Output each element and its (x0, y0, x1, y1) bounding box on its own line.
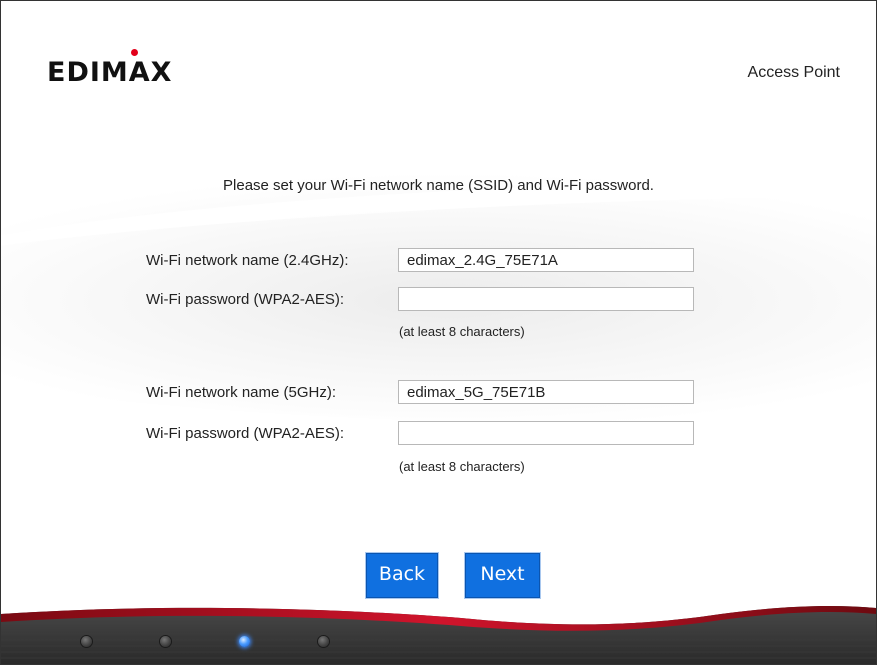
step-indicator-3-active (239, 636, 250, 647)
ssid-24-input[interactable] (398, 248, 694, 272)
password-24-input[interactable] (398, 287, 694, 311)
back-button[interactable]: Back (366, 553, 438, 598)
footer-swoosh-graphic (1, 604, 876, 664)
password-5-label: Wi-Fi password (WPA2-AES): (146, 425, 345, 442)
edimax-logo: EDIMAX (47, 49, 173, 88)
step-indicator-4 (318, 636, 329, 647)
next-button[interactable]: Next (465, 553, 540, 598)
password-5-hint: (at least 8 characters) (399, 459, 525, 474)
password-24-label: Wi-Fi password (WPA2-AES): (146, 291, 345, 308)
password-24-hint: (at least 8 characters) (399, 324, 525, 339)
password-5-input[interactable] (398, 421, 694, 445)
logo-red-dot (131, 49, 138, 56)
logo-text: EDIMAX (47, 57, 173, 88)
ssid-5-label: Wi-Fi network name (5GHz): (146, 384, 337, 401)
product-name: Access Point (747, 64, 840, 81)
ssid-5-input[interactable] (398, 380, 694, 404)
step-indicator-1 (81, 636, 92, 647)
setup-wizard-window: EDIMAX Access Point Please set your Wi-F… (0, 0, 877, 665)
ssid-24-label: Wi-Fi network name (2.4GHz): (146, 252, 349, 269)
instruction-text: Please set your Wi-Fi network name (SSID… (223, 177, 654, 194)
step-indicator-2 (160, 636, 171, 647)
footer-bar (1, 604, 876, 664)
